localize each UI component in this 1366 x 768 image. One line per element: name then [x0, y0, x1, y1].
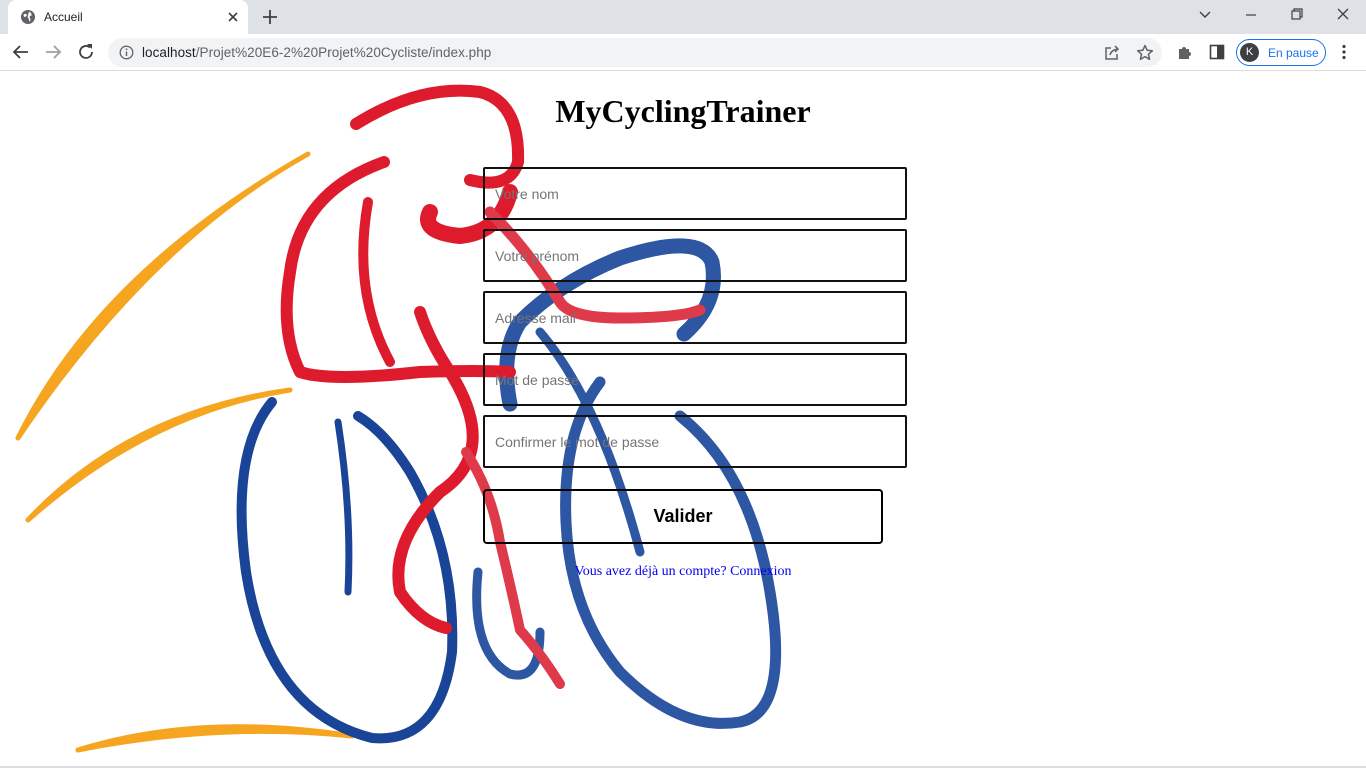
globe-icon [21, 10, 35, 24]
url-host: localhost [142, 45, 196, 60]
password-input[interactable] [483, 353, 907, 406]
tab-title: Accueil [44, 10, 83, 24]
page-title: MyCyclingTrainer [555, 93, 811, 129]
first-name-input[interactable] [483, 229, 907, 282]
tab-search-chevron-icon[interactable] [1182, 0, 1228, 30]
profile-status: En pause [1268, 46, 1319, 60]
submit-button[interactable]: Valider [483, 489, 883, 544]
tab-accueil[interactable]: Accueil [8, 0, 248, 34]
kebab-menu-icon[interactable] [1334, 42, 1354, 62]
last-name-input[interactable] [483, 167, 907, 220]
minimize-icon[interactable] [1228, 0, 1274, 30]
tab-strip: Accueil [0, 0, 1366, 34]
site-info-icon[interactable] [119, 45, 134, 60]
share-icon[interactable] [1102, 43, 1122, 63]
restore-icon[interactable] [1274, 0, 1320, 30]
side-panel-icon[interactable] [1207, 42, 1227, 62]
close-icon[interactable] [224, 8, 242, 26]
extensions-puzzle-icon[interactable] [1175, 42, 1195, 62]
email-input[interactable] [483, 291, 907, 344]
reload-icon[interactable] [76, 42, 96, 62]
url-text: localhost/Projet%20E6-2%20Projet%20Cycli… [142, 45, 491, 60]
bookmark-star-icon[interactable] [1135, 43, 1155, 63]
forward-arrow-icon[interactable] [43, 42, 63, 62]
new-tab-icon[interactable] [258, 6, 282, 28]
browser-toolbar: localhost/Projet%20E6-2%20Projet%20Cycli… [0, 34, 1366, 71]
back-arrow-icon[interactable] [11, 42, 31, 62]
avatar: K [1240, 43, 1259, 62]
login-link[interactable]: Vous avez déjà un compte? Connexion [0, 564, 1366, 580]
confirm-password-input[interactable] [483, 415, 907, 468]
address-bar[interactable]: localhost/Projet%20E6-2%20Projet%20Cycli… [108, 38, 1162, 67]
profile-button[interactable]: K En pause [1236, 39, 1326, 66]
url-path: /Projet%20E6-2%20Projet%20Cycliste/index… [195, 45, 492, 60]
page-viewport: MyCyclingTrainer Valider Vous avez déjà … [0, 72, 1366, 766]
close-window-icon[interactable] [1320, 0, 1366, 30]
